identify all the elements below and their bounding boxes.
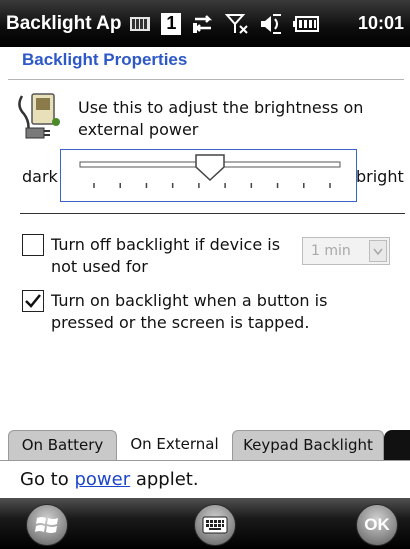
battery-icon[interactable]: [293, 15, 320, 33]
title-divider: [8, 79, 404, 80]
turn-on-backlight-checkbox[interactable]: [22, 290, 44, 312]
turn-off-backlight-label: Turn off backlight if device is not used…: [51, 235, 281, 276]
goto-suffix: applet.: [130, 469, 199, 490]
page-title: Backlight Properties: [22, 50, 188, 69]
no-signal-icon[interactable]: [225, 13, 249, 35]
brightness-description: Use this to adjust the brightness on ext…: [78, 98, 364, 139]
ok-button[interactable]: OK: [356, 504, 398, 546]
dropdown-button[interactable]: [369, 240, 387, 262]
timeout-value: 1 min: [311, 243, 351, 259]
keyboard-icon: [202, 516, 228, 534]
power-applet-link[interactable]: power: [74, 469, 130, 490]
tab-on-battery[interactable]: On Battery: [8, 430, 117, 461]
turn-off-backlight-checkbox[interactable]: [22, 234, 44, 256]
start-button[interactable]: [26, 504, 68, 546]
battery-level-icon[interactable]: [129, 15, 151, 33]
slider-min-label: dark: [22, 167, 58, 186]
tab-on-external[interactable]: On External: [117, 430, 232, 461]
tab-strip-end: [384, 430, 410, 461]
data-connection-icon[interactable]: [191, 13, 215, 35]
goto-prefix: Go to: [20, 469, 75, 490]
speaker-icon[interactable]: [259, 13, 283, 35]
section-divider: [20, 213, 405, 214]
power-applet-link-row: Go to power applet.: [20, 469, 199, 490]
bottom-bar: OK: [0, 498, 410, 549]
chevron-down-icon: [373, 248, 383, 256]
status-icons: 1: [129, 12, 320, 35]
slider-track-graphic: [79, 154, 341, 188]
turn-on-backlight-label: Turn on backlight when a button is press…: [51, 291, 328, 332]
slider-thumb[interactable]: [195, 154, 225, 182]
clock[interactable]: 10:01: [358, 13, 404, 34]
timeout-dropdown[interactable]: 1 min: [302, 237, 390, 265]
app-title[interactable]: Backlight Ap: [6, 13, 121, 35]
tab-keypad-backlight[interactable]: Keypad Backlight: [232, 430, 384, 461]
checkmark-icon: [25, 294, 41, 308]
slider-ticks: [93, 183, 331, 188]
slider-max-label: bright: [356, 167, 404, 186]
windows-logo-icon: [35, 517, 58, 533]
status-bar: Backlight Ap 1 10:01: [0, 0, 410, 47]
sim-slot-icon[interactable]: 1: [161, 12, 182, 35]
keyboard-button[interactable]: [194, 504, 236, 546]
brightness-slider[interactable]: [60, 149, 357, 202]
tab-baseline: [0, 460, 410, 461]
external-power-icon: [18, 93, 60, 139]
